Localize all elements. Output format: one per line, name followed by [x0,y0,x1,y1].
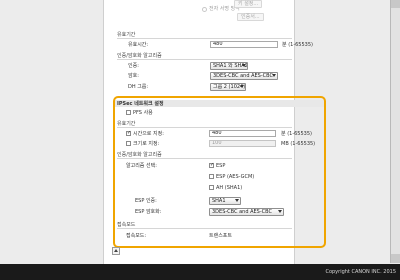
ike-encryption-label: 암호: [128,73,139,79]
chevron-down-icon [240,85,244,88]
copyright-text: Copyright CANON INC. 2015 [325,269,396,275]
up-arrow-icon [114,249,118,252]
ike-encryption-select[interactable]: 3DES-CBC and AES-CBC [210,72,278,80]
ike-dh-select[interactable]: 그룹 2 (1024) [210,83,246,91]
scrollbar-down-button[interactable] [390,254,400,263]
ike-lifetime-unit: 분 (1-65535) [282,42,313,48]
ike-lifetime-input[interactable]: 480 [210,41,278,48]
ike-lifetime-label: 유효시간: [128,42,149,48]
scrollbar-track[interactable] [390,8,400,254]
scrollbar-up-button[interactable] [390,0,400,8]
divider [117,38,292,39]
ipsec-highlight-frame [113,96,326,248]
ike-encryption-value: 3DES-CBC and AES-CBC [213,73,273,79]
divider [117,59,292,60]
key-settings-button[interactable]: 키 설정... [234,0,263,8]
ike-dh-label: DH 그룹: [128,84,149,90]
chevron-down-icon [272,74,276,77]
certificate-button[interactable]: 인증서... [237,13,264,21]
ike-auth-label: 인증: [128,63,139,69]
chevron-down-icon [242,64,246,67]
footer-bar: Copyright CANON INC. 2015 [0,264,400,280]
scroll-top-button[interactable] [112,247,120,255]
ike-auth-select[interactable]: SHA1 와 SHA2 [210,62,248,70]
signature-radio[interactable] [202,7,207,12]
